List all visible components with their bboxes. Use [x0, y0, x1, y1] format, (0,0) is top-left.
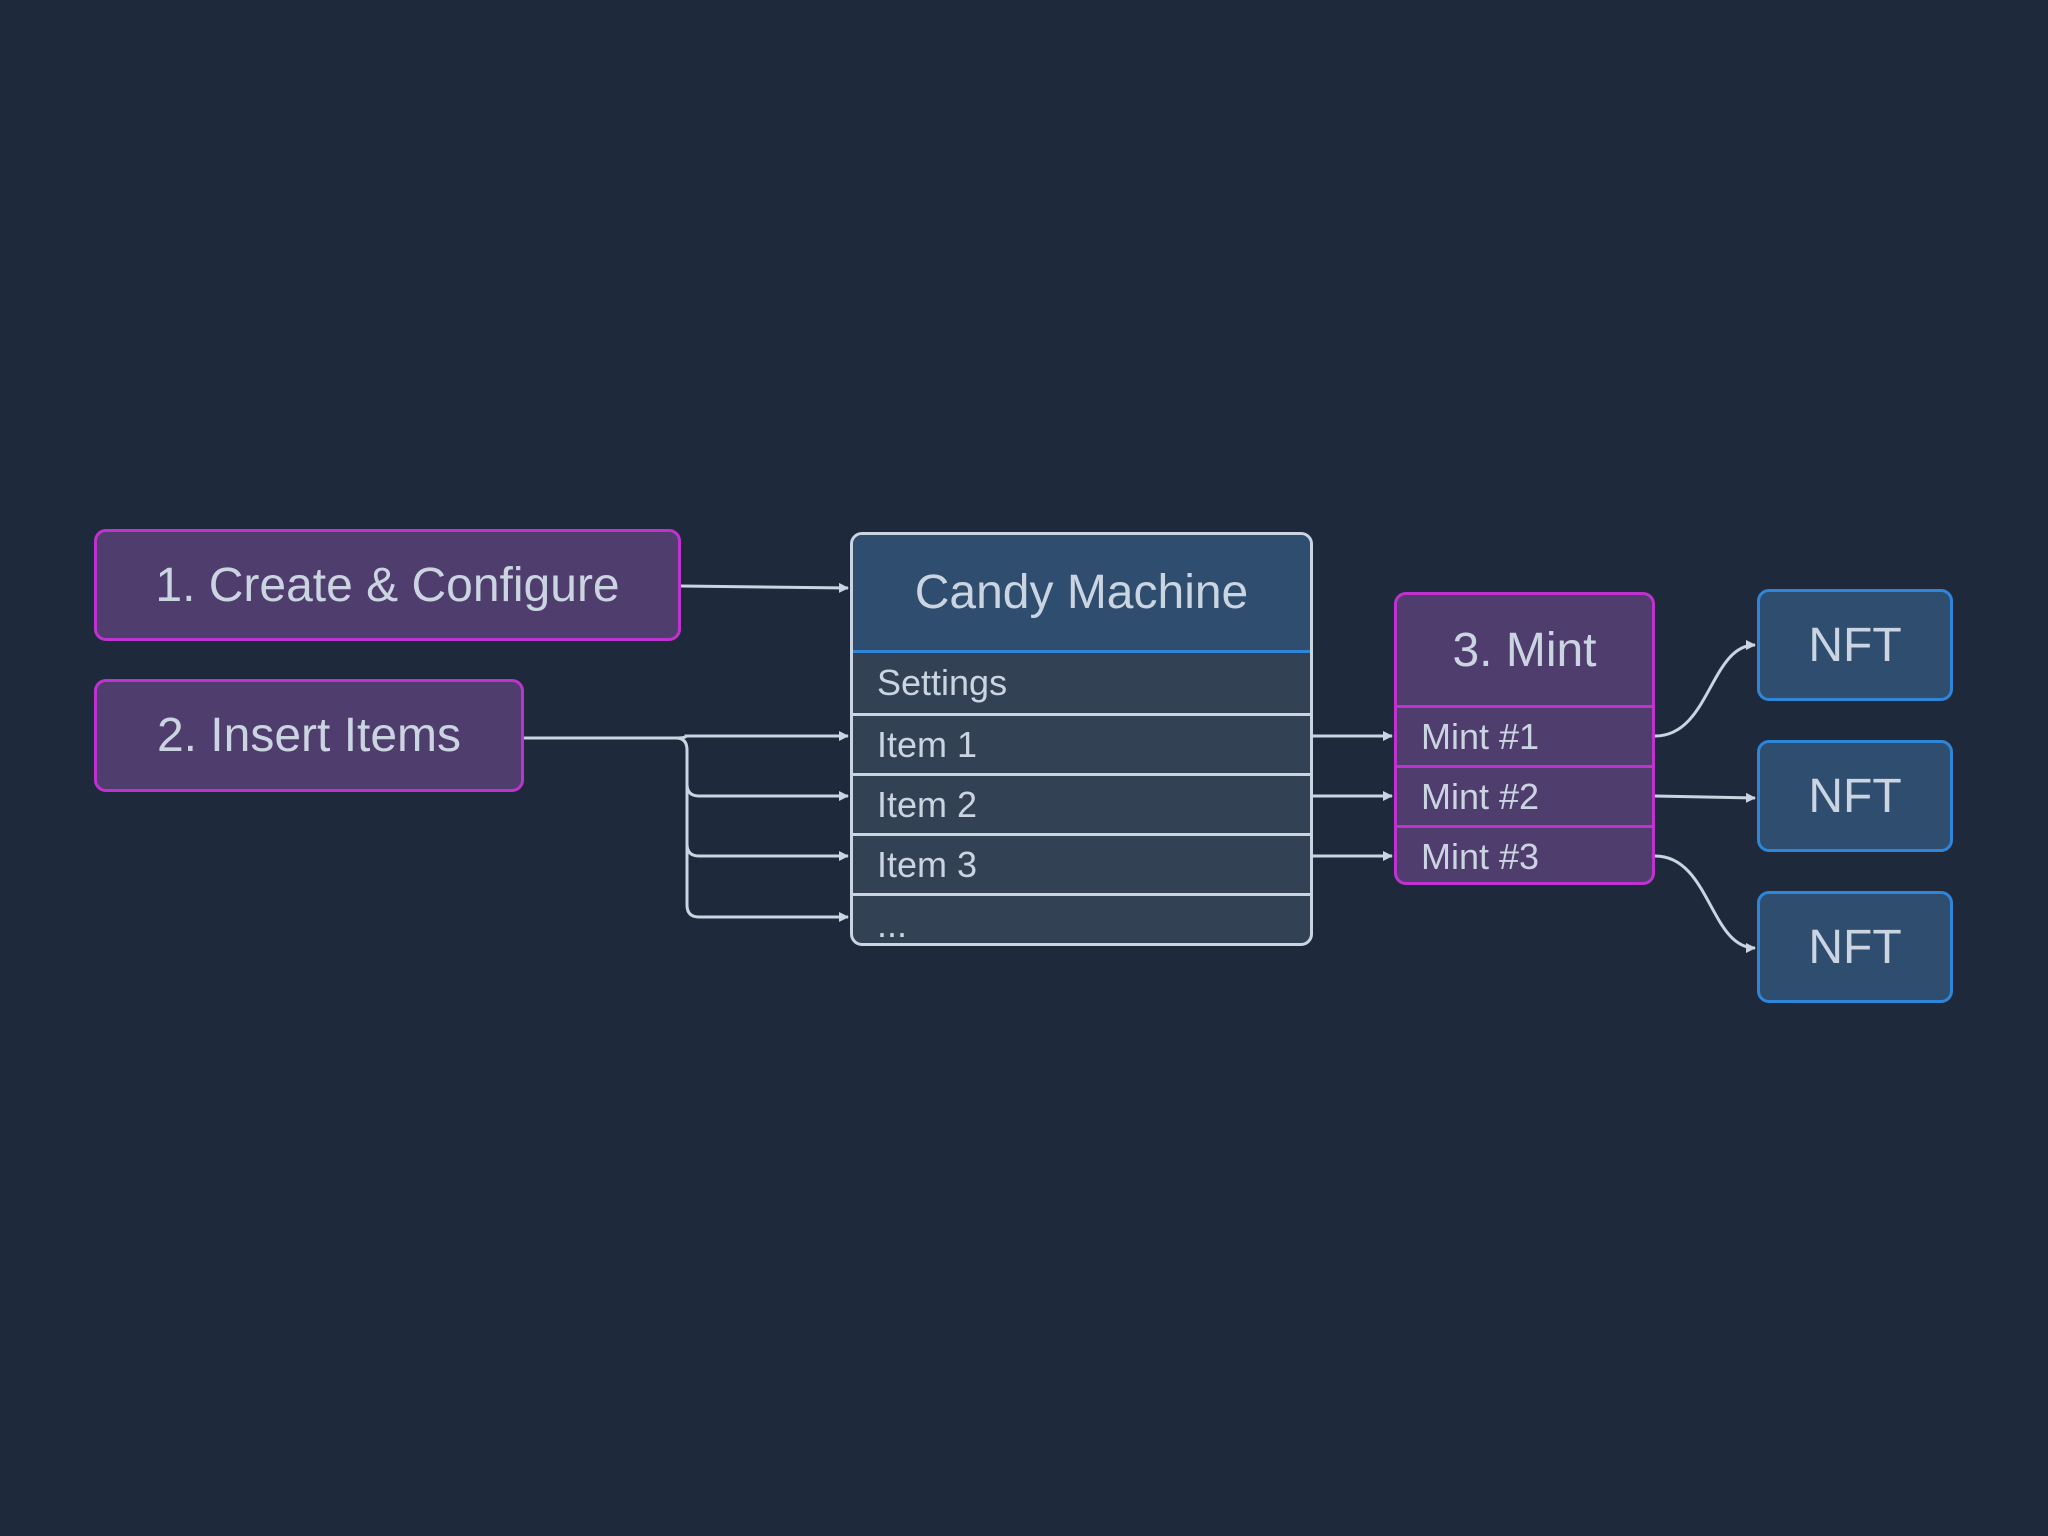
candy-machine-row-more[interactable]: ... — [853, 893, 1310, 943]
nft-node-3[interactable]: NFT — [1757, 891, 1953, 1003]
candy-machine-table[interactable]: Candy Machine Settings Item 1 Item 2 Ite… — [850, 532, 1313, 946]
candy-machine-row-item-3[interactable]: Item 3 — [853, 833, 1310, 893]
mint-row-2[interactable]: Mint #2 — [1397, 765, 1652, 825]
nft-node-1-label: NFT — [1808, 618, 1902, 672]
edge-mint-2-to-nft-2 — [1654, 792, 1756, 803]
edge-create-to-candy-machine — [680, 582, 849, 593]
nft-node-2-label: NFT — [1808, 769, 1902, 823]
mint-title: 3. Mint — [1452, 623, 1597, 677]
mint-row-1[interactable]: Mint #1 — [1397, 705, 1652, 765]
edge-insert-to-item-1 — [524, 731, 849, 741]
nft-node-2[interactable]: NFT — [1757, 740, 1953, 852]
step-create-configure[interactable]: 1. Create & Configure — [94, 529, 681, 641]
candy-machine-title: Candy Machine — [853, 535, 1310, 653]
mint-row-3[interactable]: Mint #3 — [1397, 825, 1652, 882]
step-create-configure-label: 1. Create & Configure — [155, 558, 620, 612]
edge-insert-to-item-2 — [675, 736, 849, 801]
step-insert-items[interactable]: 2. Insert Items — [94, 679, 524, 792]
candy-machine-row-item-1[interactable]: Item 1 — [853, 713, 1310, 773]
nft-node-1[interactable]: NFT — [1757, 589, 1953, 701]
candy-machine-row-item-2[interactable]: Item 2 — [853, 773, 1310, 833]
mint-table[interactable]: 3. Mint Mint #1 Mint #2 Mint #3 — [1394, 592, 1655, 885]
step-insert-items-label: 2. Insert Items — [156, 709, 462, 762]
candy-machine-row-settings[interactable]: Settings — [853, 653, 1310, 713]
edge-mint-1-to-nft-1 — [1654, 640, 1756, 738]
nft-node-3-label: NFT — [1808, 920, 1902, 974]
edge-mint-3-to-nft-3 — [1654, 854, 1756, 953]
